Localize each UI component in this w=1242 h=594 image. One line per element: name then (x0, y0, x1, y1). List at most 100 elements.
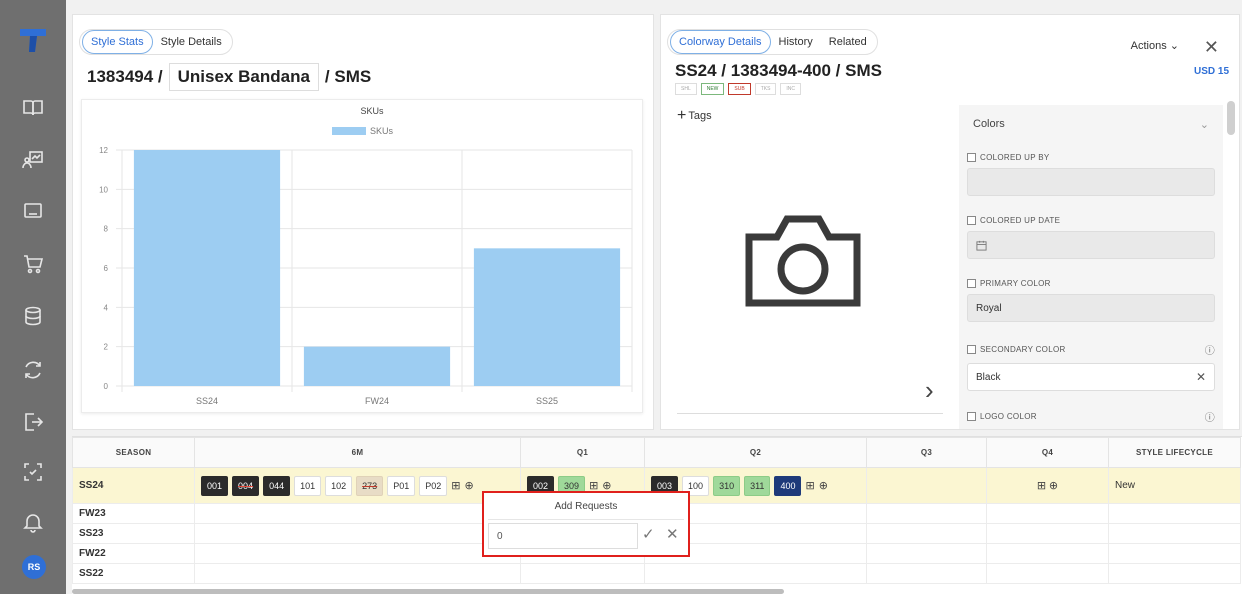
add-requests-popup: Add Requests ✓ ✕ (482, 491, 690, 557)
col-header-lifecycle[interactable]: STYLE LIFECYCLE (1108, 437, 1241, 468)
colorway-chip[interactable]: 102 (325, 475, 353, 496)
tab-history[interactable]: History (771, 31, 821, 53)
colorway-chip[interactable]: 273 (356, 475, 384, 496)
style-id: 1383494 / (87, 67, 163, 86)
col-header-q4[interactable]: Q4 (986, 437, 1109, 468)
season-cell[interactable]: SS22 (72, 563, 195, 584)
expand-icon[interactable]: ⊞ (805, 479, 814, 492)
y-tick-label: 12 (99, 146, 108, 155)
t-logo-icon[interactable] (19, 26, 47, 54)
bar-ss24[interactable] (133, 150, 281, 386)
colorway-chip[interactable]: P01 (387, 475, 416, 496)
colored-up-by-checkbox[interactable] (967, 153, 976, 162)
cell-6m: 001 004 044 101 102 273 P01 P02 ⊞ ⊕ (194, 467, 521, 504)
avatar[interactable]: RS (22, 555, 46, 579)
expand-icon[interactable]: ⊞ (1037, 480, 1046, 492)
season-cell[interactable]: SS24 (72, 467, 195, 504)
expand-icon[interactable]: ⊞ (451, 479, 460, 492)
actions-menu[interactable]: Actions ⌄ (1131, 39, 1179, 52)
logo-color-label: LOGO COLOR ⓘ (967, 409, 1215, 424)
badge-inc: INC (780, 83, 802, 95)
badge-shl: SHL (675, 83, 697, 95)
close-icon[interactable]: ✕ (1204, 37, 1219, 58)
col-header-q1[interactable]: Q1 (520, 437, 645, 468)
colorway-chip[interactable]: 101 (294, 475, 322, 496)
add-tags-button[interactable]: + Tags (677, 107, 712, 125)
chevron-right-icon[interactable]: › (925, 375, 934, 406)
col-header-q2[interactable]: Q2 (644, 437, 867, 468)
colorway-chip[interactable]: 311 (744, 475, 771, 496)
col-header-q3[interactable]: Q3 (866, 437, 987, 468)
bar-fw24[interactable] (303, 346, 451, 386)
tab-related[interactable]: Related (821, 31, 875, 53)
bar-ss25[interactable] (473, 248, 621, 386)
scan-icon[interactable] (21, 460, 45, 484)
primary-color-checkbox[interactable] (967, 279, 976, 288)
chevron-down-icon: ⌄ (1199, 118, 1209, 131)
info-icon[interactable]: ⓘ (1205, 409, 1215, 424)
tags-label: Tags (688, 110, 712, 122)
colorway-chip[interactable]: 001 (201, 475, 229, 496)
colorway-chip[interactable]: P02 (419, 475, 448, 496)
chart-person-icon[interactable] (21, 148, 45, 172)
camera-icon[interactable] (741, 211, 865, 311)
badge-new: NEW (700, 83, 725, 95)
sync-icon[interactable] (21, 358, 45, 382)
col-header-6m[interactable]: 6M (194, 437, 521, 468)
season-cell[interactable]: FW22 (72, 543, 195, 564)
colors-header[interactable]: Colors ⌄ (959, 105, 1223, 143)
info-icon[interactable]: ⓘ (1205, 342, 1215, 357)
field-label-text: COLORED UP DATE (980, 216, 1061, 225)
field-label-text: SECONDARY COLOR (980, 345, 1066, 354)
add-circle-icon[interactable]: ⊕ (819, 479, 828, 492)
confirm-check-icon[interactable]: ✓ (642, 525, 655, 543)
book-icon[interactable] (21, 96, 45, 120)
primary-color-field[interactable]: Royal (967, 294, 1215, 322)
colorway-title: SS24 / 1383494-400 / SMS (675, 61, 882, 80)
colored-up-date-field[interactable] (967, 231, 1215, 259)
secondary-color-label: SECONDARY COLOR ⓘ (967, 342, 1215, 357)
plus-icon: + (677, 107, 687, 124)
chart-legend[interactable]: SKUs (332, 126, 394, 136)
requests-input[interactable] (488, 523, 638, 549)
chevron-down-icon: ⌄ (1169, 40, 1179, 52)
tab-style-details[interactable]: Style Details (153, 31, 230, 53)
cancel-x-icon[interactable]: ✕ (666, 525, 679, 543)
logo-color-checkbox[interactable] (967, 412, 976, 421)
colors-section: Colors ⌄ COLORED UP BY COLORED UP DATE P… (959, 105, 1223, 429)
season-cell[interactable]: SS23 (72, 523, 195, 544)
table-row: SS22 (72, 563, 1241, 584)
calendar-icon[interactable] (976, 240, 987, 251)
colorway-chip[interactable]: 044 (263, 475, 291, 496)
horizontal-scrollbar[interactable] (72, 589, 784, 594)
style-title: 1383494 / Unisex Bandana / SMS (87, 63, 371, 91)
style-stats-panel: Style Stats Style Details 1383494 / Unis… (72, 14, 654, 430)
y-tick-label: 8 (104, 225, 109, 234)
colored-up-by-field[interactable] (967, 168, 1215, 196)
style-name-field[interactable]: Unisex Bandana (168, 63, 319, 91)
colored-up-date-checkbox[interactable] (967, 216, 976, 225)
clear-icon[interactable]: ✕ (1196, 370, 1206, 384)
colors-title: Colors (973, 118, 1005, 130)
tab-colorway-details[interactable]: Colorway Details (670, 30, 771, 54)
colorway-chip[interactable]: 004 (232, 475, 260, 496)
colorway-chip[interactable]: 400 (774, 475, 802, 496)
colorway-chip[interactable]: 310 (713, 475, 741, 496)
laptop-icon[interactable] (21, 200, 45, 224)
tab-style-stats[interactable]: Style Stats (82, 30, 153, 54)
vertical-scrollbar[interactable] (1227, 101, 1235, 135)
lifecycle-cell[interactable]: New (1108, 467, 1241, 504)
season-cell[interactable]: FW23 (72, 503, 195, 524)
field-label-text: PRIMARY COLOR (980, 279, 1051, 288)
secondary-color-checkbox[interactable] (967, 345, 976, 354)
col-header-season[interactable]: SEASON (72, 437, 195, 468)
primary-color-label: PRIMARY COLOR (967, 279, 1215, 288)
database-icon[interactable] (21, 304, 45, 328)
export-icon[interactable] (21, 410, 45, 434)
secondary-color-field[interactable]: Black ✕ (967, 363, 1215, 391)
add-circle-icon[interactable]: ⊕ (464, 479, 473, 492)
add-circle-icon[interactable]: ⊕ (1049, 480, 1058, 492)
cell-q3[interactable] (866, 467, 987, 504)
bell-icon[interactable] (21, 510, 45, 534)
cart-icon[interactable] (21, 252, 45, 276)
